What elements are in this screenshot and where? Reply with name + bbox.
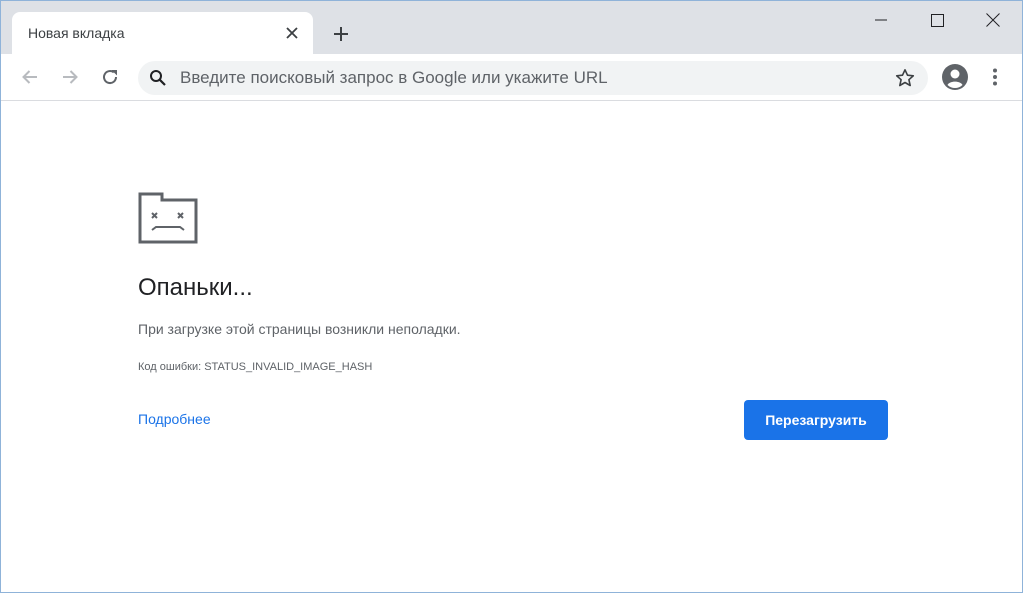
toolbar <box>1 54 1022 101</box>
browser-window: Новая вкладка Введите поисковый запрос в… <box>0 0 1023 593</box>
reload-page-button[interactable]: Перезагрузить <box>744 400 888 440</box>
minimize-button[interactable] <box>853 1 909 39</box>
details-link[interactable]: Подробнее <box>138 411 211 427</box>
plus-icon <box>334 27 348 41</box>
search-icon <box>148 68 168 88</box>
maximize-button[interactable] <box>909 1 965 39</box>
bookmark-button[interactable] <box>894 67 916 89</box>
minimize-icon <box>875 19 887 21</box>
close-icon <box>286 27 298 39</box>
arrow-left-icon <box>22 70 37 84</box>
maximize-icon <box>930 13 944 27</box>
star-icon <box>895 69 915 87</box>
address-bar[interactable] <box>138 61 928 95</box>
tab-title: Новая вкладка <box>28 25 125 41</box>
sad-tab-icon <box>138 192 198 244</box>
forward-button[interactable] <box>54 61 86 93</box>
new-tab-button[interactable] <box>327 20 355 48</box>
reload-icon <box>103 70 118 85</box>
close-icon <box>986 13 1000 27</box>
profile-button[interactable] <box>939 61 971 93</box>
address-input[interactable] <box>180 61 880 95</box>
arrow-right-icon <box>63 70 78 84</box>
kebab-menu-icon <box>993 68 997 86</box>
tab-strip: Новая вкладка <box>1 1 1022 54</box>
tab-close-button[interactable] <box>282 23 302 43</box>
error-heading: Опаньки... <box>138 274 253 301</box>
close-window-button[interactable] <box>965 1 1021 39</box>
menu-button[interactable] <box>979 61 1011 93</box>
reload-button[interactable] <box>94 61 126 93</box>
tab-new-tab[interactable]: Новая вкладка <box>12 12 313 54</box>
error-code: Код ошибки: STATUS_INVALID_IMAGE_HASH <box>138 361 373 373</box>
account-icon <box>942 64 968 90</box>
back-button[interactable] <box>14 61 46 93</box>
error-description: При загрузке этой страницы возникли непо… <box>138 321 461 337</box>
